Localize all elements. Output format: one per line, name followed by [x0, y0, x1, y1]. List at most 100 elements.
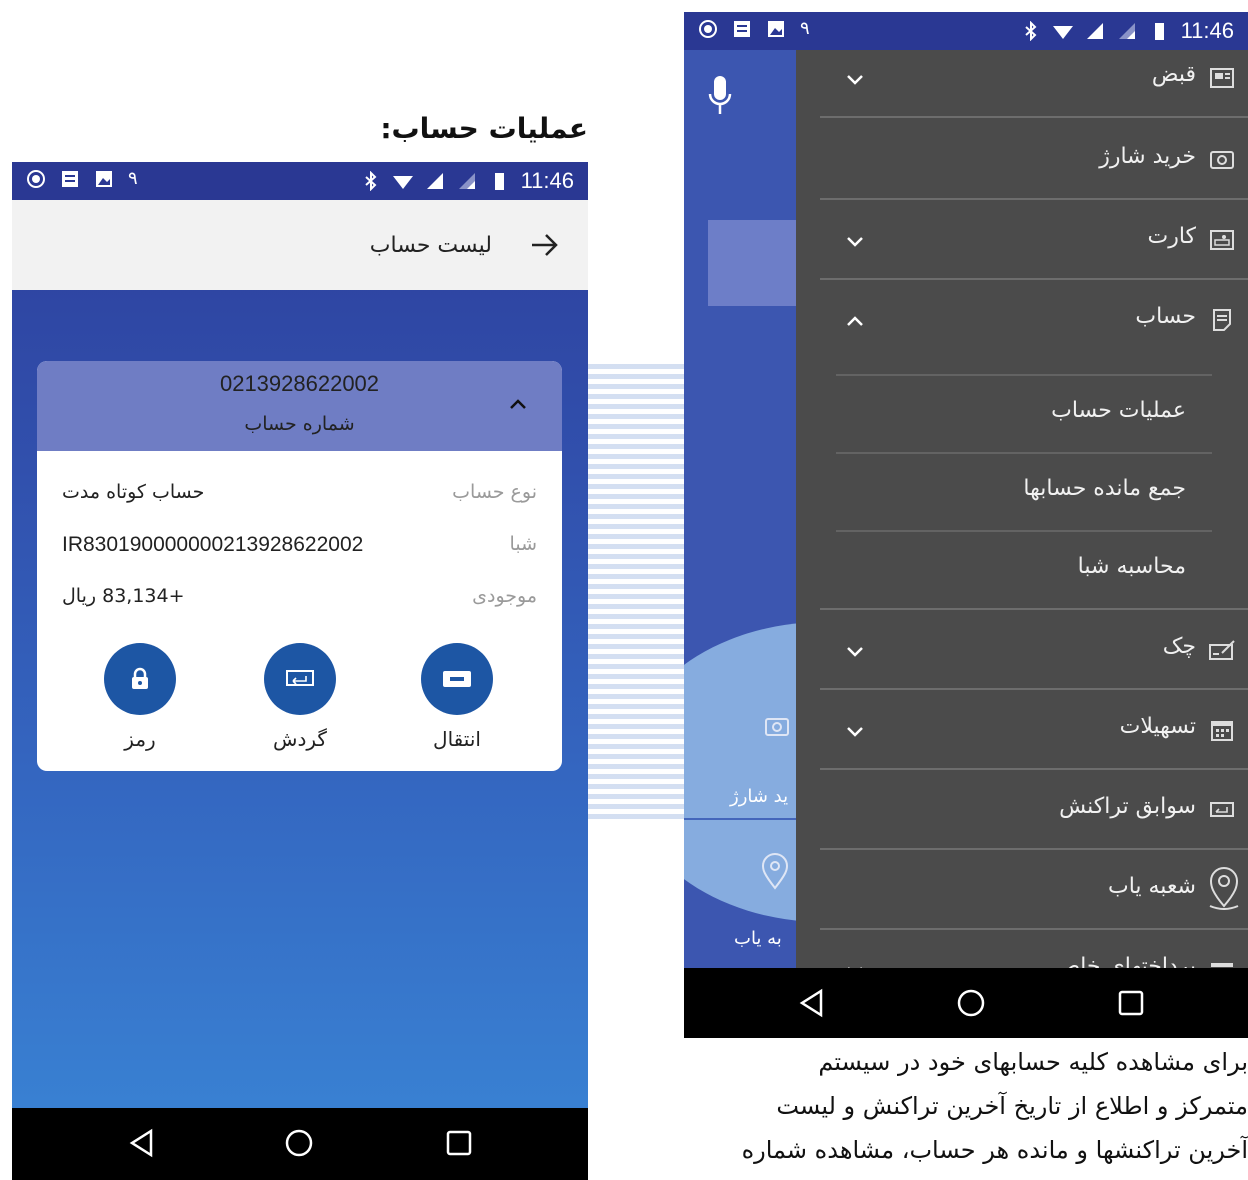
- account-type-value: حساب کوتاه مدت: [62, 481, 205, 503]
- drawer-item-label: حساب: [1135, 304, 1196, 329]
- background-panel: [708, 220, 808, 306]
- drawer-subitem-total-balance[interactable]: جمع مانده حسابها: [836, 452, 1212, 530]
- chevron-down-icon[interactable]: [844, 230, 866, 252]
- recents-nav-icon[interactable]: [444, 1128, 474, 1158]
- status-bar: ۹ 11:46: [12, 162, 588, 200]
- sheba-label: شبا: [509, 533, 537, 555]
- password-button[interactable]: رمز: [85, 643, 195, 751]
- drawer-item-label: تسهیلات: [1119, 714, 1196, 739]
- account-type-label: نوع حساب: [452, 481, 537, 503]
- drawer-item-label: پرداختهای خاص: [1053, 954, 1196, 968]
- account-number: 0213928622002: [219, 371, 380, 396]
- drawer-subitem-label: محاسبه شبا: [1077, 554, 1186, 579]
- drawer-item-charge[interactable]: خرید شارژ: [820, 120, 1248, 200]
- account-number-label: شماره حساب: [244, 413, 355, 435]
- notes-icon: [62, 170, 78, 187]
- signal-weak-icon: [458, 173, 475, 189]
- drawer-item-branch-finder[interactable]: شعبه یاب: [820, 850, 1248, 930]
- nav-bar: [12, 1108, 588, 1180]
- drawer-item-account[interactable]: حساب: [820, 280, 1248, 360]
- chevron-down-icon[interactable]: [844, 960, 866, 968]
- nav-bar: [684, 968, 1248, 1038]
- back-nav-icon[interactable]: [127, 1128, 157, 1158]
- transfer-label: انتقال: [433, 727, 481, 751]
- battery-icon: [1154, 23, 1164, 40]
- calendar-icon: [1211, 721, 1233, 741]
- drawer-subitem-sheba-calc[interactable]: محاسبه شبا: [836, 530, 1212, 608]
- drawer-item-cheque[interactable]: چک: [820, 610, 1248, 690]
- transfer-icon: [443, 671, 471, 687]
- drawer-subitem-account-operations[interactable]: عملیات حساب: [836, 374, 1212, 452]
- bill-icon: [1210, 68, 1234, 88]
- cheque-icon: [1209, 640, 1235, 660]
- transfer-button[interactable]: انتقال: [402, 643, 512, 751]
- background-charge-label: ید شارژ: [730, 786, 789, 807]
- description-line: متمرکز و اطلاع از تاریخ آخرین تراکنش و ل…: [776, 1092, 1248, 1120]
- clock: 11:46: [520, 168, 574, 193]
- wifi-icon: [392, 176, 413, 189]
- drawer-item-facilities[interactable]: تسهیلات: [820, 690, 1248, 770]
- navigation-drawer: قبض خرید شارژ کارت حساب عملیات حساب جمع …: [796, 50, 1248, 968]
- notes-icon: [734, 20, 750, 37]
- chevron-down-icon[interactable]: [844, 640, 866, 662]
- drawer-item-label: شعبه یاب: [1107, 874, 1196, 899]
- chevron-down-icon[interactable]: [844, 720, 866, 742]
- account-operations-screen: ۹ 11:46 لیست حساب 0213928622002 شماره حس…: [12, 162, 588, 1180]
- drawer-item-label: کارت: [1147, 224, 1196, 249]
- back-arrow-icon[interactable]: [528, 229, 560, 261]
- turnover-icon: [286, 670, 314, 686]
- clock: 11:46: [1180, 18, 1234, 43]
- description-line: آخرین تراکنشها و مانده هر حساب، مشاهده ش…: [741, 1136, 1248, 1164]
- home-nav-icon[interactable]: [956, 988, 986, 1018]
- account-actions: انتقال گردش رمز: [37, 643, 562, 763]
- charge-icon: [1210, 151, 1234, 169]
- sync-icon: [27, 169, 45, 188]
- card-icon: [1210, 230, 1234, 250]
- image-icon: [96, 170, 112, 187]
- password-label: رمز: [124, 727, 156, 751]
- location-icon: [761, 853, 789, 890]
- chevron-up-icon[interactable]: [507, 393, 529, 415]
- drawer-item-transactions[interactable]: سوابق تراکنش: [820, 770, 1248, 850]
- drawer-subitem-label: عملیات حساب: [1051, 398, 1186, 423]
- signal-icon: [426, 173, 443, 189]
- signal-weak-icon: [1118, 23, 1135, 39]
- notification-count: ۹: [800, 18, 810, 38]
- drawer-item-special-payments[interactable]: پرداختهای خاص: [820, 930, 1248, 968]
- home-nav-icon[interactable]: [284, 1128, 314, 1158]
- description-line: برای مشاهده کلیه حسابهای خود در سیستم: [818, 1048, 1248, 1076]
- balance-row: موجودی +83,134 ریال: [37, 579, 562, 619]
- drawer-item-label: خرید شارژ: [1099, 144, 1196, 169]
- microphone-icon[interactable]: [706, 74, 734, 118]
- drawer-item-bill[interactable]: قبض: [820, 50, 1248, 118]
- description-paragraph: برای مشاهده کلیه حسابهای خود در سیستم مت…: [690, 1040, 1248, 1180]
- sheba-row: شبا IR830190000000213928622002: [37, 527, 562, 567]
- chevron-up-icon[interactable]: [844, 310, 866, 332]
- drawer-item-card[interactable]: کارت: [820, 200, 1248, 280]
- charge-icon: [765, 718, 789, 736]
- bluetooth-icon: [364, 171, 377, 191]
- payment-icon: [1211, 963, 1233, 968]
- account-card: 0213928622002 شماره حساب نوع حساب حساب ک…: [37, 361, 562, 771]
- transactions-icon: [1210, 802, 1234, 817]
- status-bar: ۹ 11:46: [684, 12, 1248, 50]
- wifi-icon: [1052, 26, 1073, 39]
- account-card-header[interactable]: 0213928622002 شماره حساب: [37, 361, 562, 451]
- chevron-down-icon[interactable]: [844, 68, 866, 90]
- signal-icon: [1086, 23, 1103, 39]
- balance-value: +83,134 ریال: [62, 585, 185, 607]
- turnover-button[interactable]: گردش: [245, 643, 355, 751]
- recents-nav-icon[interactable]: [1116, 988, 1146, 1018]
- account-icon: [1213, 309, 1231, 331]
- background-divider: [684, 818, 796, 820]
- battery-icon: [494, 173, 504, 190]
- turnover-label: گردش: [273, 727, 327, 751]
- sheba-value: IR830190000000213928622002: [62, 533, 364, 556]
- decorative-stripes: [588, 364, 684, 824]
- sync-icon: [699, 19, 717, 38]
- drawer-item-label: سوابق تراکنش: [1059, 794, 1196, 819]
- bluetooth-icon: [1024, 21, 1037, 41]
- account-type-row: نوع حساب حساب کوتاه مدت: [37, 475, 562, 515]
- drawer-item-label: چک: [1162, 634, 1196, 659]
- back-nav-icon[interactable]: [797, 988, 827, 1018]
